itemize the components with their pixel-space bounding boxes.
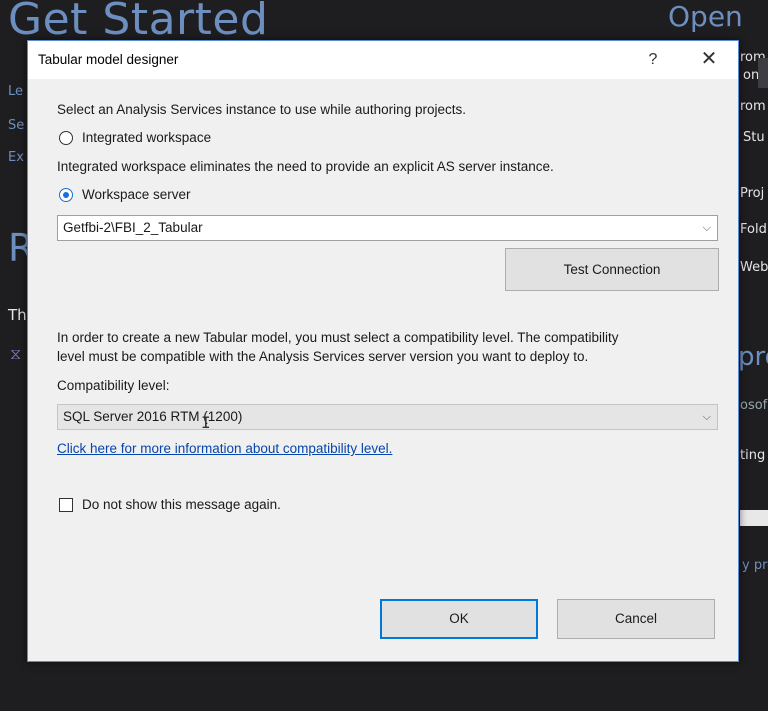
bg-input-bar (740, 510, 768, 526)
dont-show-again-checkbox[interactable] (59, 498, 73, 512)
test-connection-button[interactable]: Test Connection (505, 248, 719, 291)
bg-heading-pro: pro (738, 342, 768, 372)
workspace-server-value: Getfbi-2\FBI_2_Tabular (63, 220, 203, 235)
chevron-down-icon[interactable]: ⌵ (703, 216, 711, 240)
bg-right-ting: ting (740, 448, 766, 463)
bg-link-explore[interactable]: Ex (8, 150, 24, 165)
bg-right-folder[interactable]: Fold (740, 222, 767, 237)
workspace-server-label[interactable]: Workspace server (82, 187, 191, 202)
ok-button[interactable]: OK (380, 599, 538, 639)
bg-text-th: Th (8, 306, 27, 324)
cancel-button[interactable]: Cancel (557, 599, 715, 639)
dont-show-again-label[interactable]: Do not show this message again. (82, 497, 281, 512)
integrated-workspace-description: Integrated workspace eliminates the need… (57, 159, 554, 174)
bg-link-see[interactable]: Se (8, 118, 24, 133)
bg-right-microsoft: osof (740, 398, 768, 413)
help-icon[interactable]: ? (640, 47, 666, 73)
compatibility-level-select[interactable]: SQL Server 2016 RTM (1200) ⌵ (57, 404, 718, 430)
bg-scrollbar[interactable] (758, 58, 768, 88)
tabular-model-designer-dialog: Tabular model designer ? ✕ Select an Ana… (27, 40, 739, 662)
start-page-title: Get Started (8, 0, 269, 45)
text-cursor-icon: I (201, 413, 211, 432)
bg-right-3: rom (740, 99, 766, 114)
compatibility-text-line2: level must be compatible with the Analys… (57, 349, 589, 364)
bg-right-4[interactable]: Stu (743, 130, 765, 145)
integrated-workspace-label[interactable]: Integrated workspace (82, 130, 211, 145)
chevron-down-icon[interactable]: ⌵ (703, 405, 711, 429)
compatibility-info-link[interactable]: Click here for more information about co… (57, 441, 392, 456)
workspace-server-radio[interactable] (59, 188, 73, 202)
close-icon[interactable]: ✕ (696, 47, 722, 73)
bg-right-web[interactable]: Web (740, 260, 768, 275)
dialog-titlebar: Tabular model designer ? ✕ (28, 41, 738, 79)
bg-right-project[interactable]: Proj (740, 186, 764, 201)
compatibility-level-label: Compatibility level: (57, 378, 170, 393)
bg-link-learn[interactable]: Le (8, 84, 23, 99)
compatibility-text-line1: In order to create a new Tabular model, … (57, 330, 619, 345)
dialog-title: Tabular model designer (38, 52, 179, 67)
intro-text: Select an Analysis Services instance to … (57, 102, 466, 117)
compatibility-level-value: SQL Server 2016 RTM (1200) (63, 409, 243, 424)
visual-studio-icon: ⧖ (10, 346, 22, 363)
workspace-server-combobox[interactable]: Getfbi-2\FBI_2_Tabular ⌵ (57, 215, 718, 241)
open-heading: Open (668, 0, 743, 33)
integrated-workspace-radio[interactable] (59, 131, 73, 145)
bg-link-pro[interactable]: y pro (742, 558, 768, 573)
